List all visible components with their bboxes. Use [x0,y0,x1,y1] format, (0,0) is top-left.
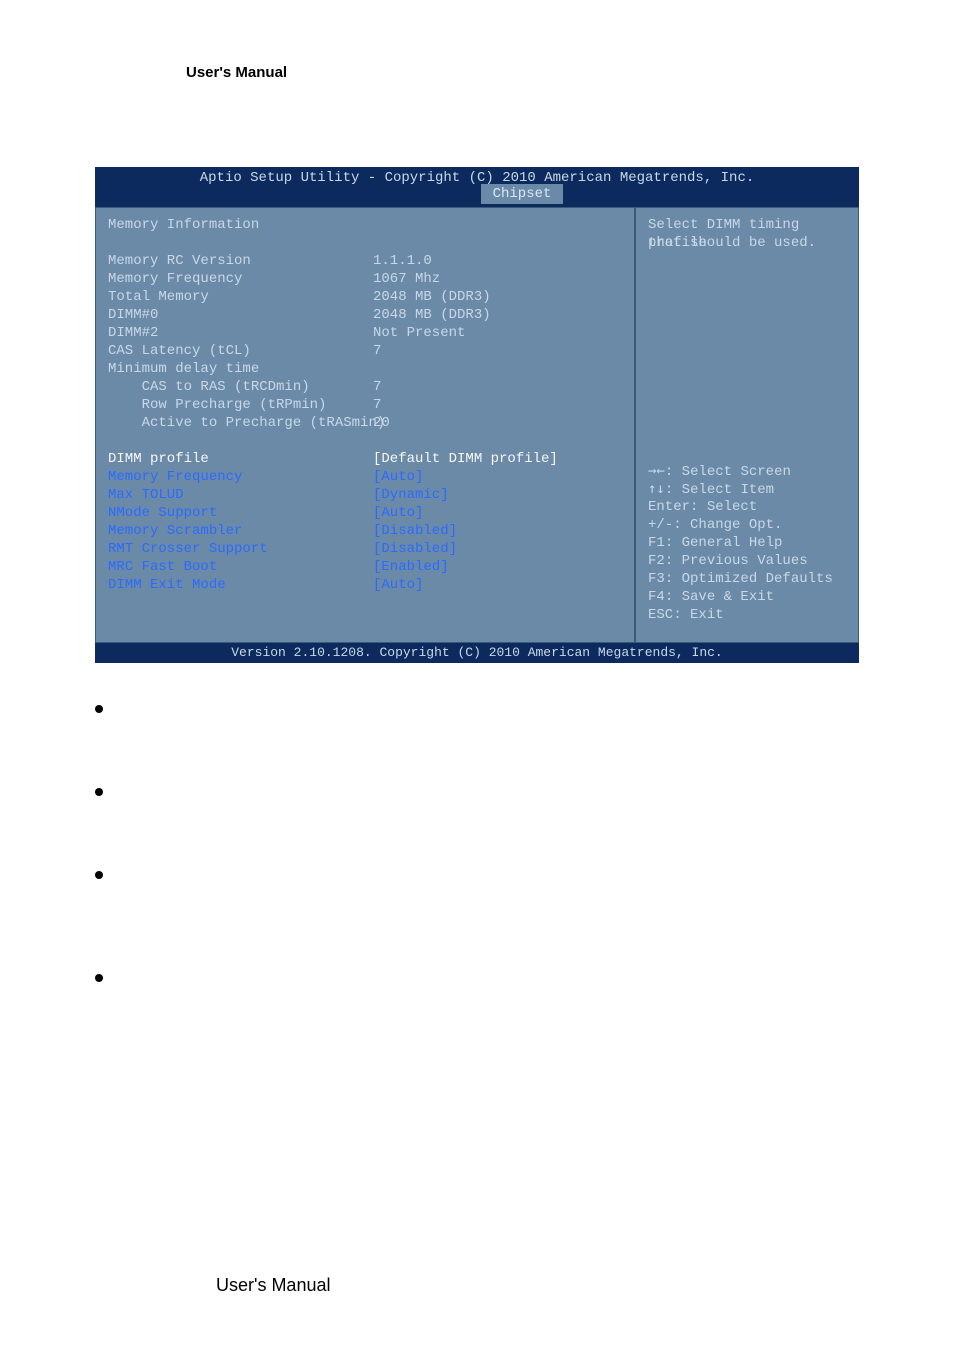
help-key-row: F4: Save & Exit [648,588,846,606]
doc-header: User's Manual [186,64,287,81]
setting-row[interactable]: DIMM Exit Mode [Auto] [108,576,622,594]
help-keys: →←: Select Screen ↑↓: Select Item Enter:… [648,462,846,624]
bios-title-bar: Aptio Setup Utility - Copyright (C) 2010… [95,167,859,207]
help-key-row: →←: Select Screen [648,462,846,480]
info-row: Memory Frequency 1067 Mhz [108,270,622,288]
bullet-dot-icon [95,871,103,879]
bullet-dot-icon [95,974,103,982]
bios-main-panel: Memory Information Memory RC Version 1.1… [95,207,635,643]
bullet-item [95,783,859,796]
bios-tab-chipset: Chipset [481,184,564,204]
help-key-row: ESC: Exit [648,606,846,624]
help-key-row: F1: General Help [648,534,846,552]
help-key-row: Enter: Select [648,498,846,516]
help-key-row: +/-: Change Opt. [648,516,846,534]
setting-row[interactable]: NMode Support [Auto] [108,504,622,522]
info-row: Minimum delay time [108,360,622,378]
setting-row[interactable]: Memory Frequency [Auto] [108,468,622,486]
setting-row[interactable]: RMT Crosser Support [Disabled] [108,540,622,558]
help-key-row: F2: Previous Values [648,552,846,570]
setting-row[interactable]: MRC Fast Boot [Enabled] [108,558,622,576]
section-title: Memory Information [108,216,622,234]
info-row: Active to Precharge (tRASmin) 20 [108,414,622,432]
bullet-item [95,866,859,879]
help-key-row: F3: Optimized Defaults [648,570,846,588]
bullets-section [95,700,859,1052]
bios-footer: Version 2.10.1208. Copyright (C) 2010 Am… [95,643,859,663]
info-row: DIMM#0 2048 MB (DDR3) [108,306,622,324]
info-row: CAS Latency (tCL) 7 [108,342,622,360]
help-description: Select DIMM timing profile that should b… [648,216,846,252]
bullet-item [95,969,859,982]
setting-row[interactable]: Memory Scrambler [Disabled] [108,522,622,540]
info-row: CAS to RAS (tRCDmin) 7 [108,378,622,396]
bios-help-panel: Select DIMM timing profile that should b… [635,207,859,643]
setting-row-dimm-profile[interactable]: DIMM profile [Default DIMM profile] [108,450,622,468]
help-key-row: ↑↓: Select Item [648,480,846,498]
info-row: Total Memory 2048 MB (DDR3) [108,288,622,306]
bios-body: Memory Information Memory RC Version 1.1… [95,207,859,643]
info-row: Row Precharge (tRPmin) 7 [108,396,622,414]
bullet-dot-icon [95,788,103,796]
bullet-dot-icon [95,705,103,713]
bullet-item [95,700,859,713]
info-row: DIMM#2 Not Present [108,324,622,342]
doc-footer: User's Manual [216,1275,330,1296]
bios-title: Aptio Setup Utility - Copyright (C) 2010… [95,170,859,186]
bios-screenshot: Aptio Setup Utility - Copyright (C) 2010… [95,167,859,683]
setting-row[interactable]: Max TOLUD [Dynamic] [108,486,622,504]
info-row: Memory RC Version 1.1.1.0 [108,252,622,270]
